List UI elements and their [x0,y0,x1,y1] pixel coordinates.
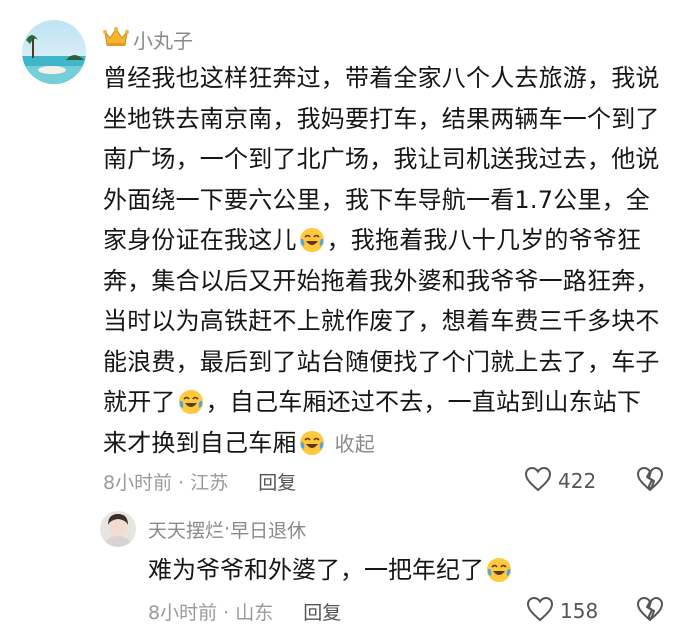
text-line: 就开了 ，自己车厢还过不去，一直站到山东站下 [103,382,675,423]
reply-button[interactable]: 回复 [258,468,296,495]
reply-meta: 8小时前 · 山东 回复 [148,594,341,628]
heart-icon [526,596,554,626]
timestamp-location: 8小时前 · 江苏 [103,471,229,494]
timestamp-location: 8小时前 · 山东 [148,601,274,624]
collapse-button[interactable]: 收起 [335,432,375,456]
text-line: 曾经我也这样狂奔过，带着全家八个人去旅游，我说 [103,64,660,92]
like-button[interactable]: 158 [526,596,598,626]
text-segment: 家身份证在我这儿 [103,226,297,254]
reply-author-line: 天天摆烂 · 早日退休 [148,516,306,542]
crown-icon [103,26,129,52]
reply-author-name[interactable]: 天天摆烂 [148,516,224,543]
heart-icon [524,466,552,496]
avatar[interactable] [22,20,86,84]
text-line: 能浪费，最后到了站台随便找了个门就上去了，车子 [103,347,660,376]
text-segment: 就开了 [103,388,176,416]
author-tag: 早日退休 [230,519,307,542]
text-segment: ，自己车厢还过不去，一直站到山东站下 [205,388,642,416]
crying-laughing-emoji-icon [178,387,204,414]
crying-laughing-emoji-icon [299,225,325,252]
text-line: 坐地铁去南京南，我妈要打车，结果两辆车一个到了 [103,104,660,133]
reply-avatar[interactable] [100,511,136,547]
like-count: 158 [560,599,599,623]
like-button[interactable]: 422 [524,466,596,496]
comment-meta: 8小时前 · 江苏 回复 [103,464,296,498]
comment-main: 小丸子 曾经我也这样狂奔过，带着全家八个人去旅游，我说 坐地铁去南京南，我妈要打… [0,0,690,500]
reply-button[interactable]: 回复 [303,598,341,625]
text-segment: ，我拖着我八十几岁的爷爷狂 [326,226,642,254]
text-line: 南广场，一个到了北广场，我让司机送我过去，他说 [103,145,660,173]
text-line: 家身份证在我这儿 ，我拖着我八十几岁的爷爷狂 [103,220,675,261]
crying-laughing-emoji-icon [486,555,512,582]
broken-heart-icon[interactable] [636,596,664,626]
text-line: 外面绕一下要六公里，我下车导航一看1.7公里，全 [103,185,650,214]
text-line: 奔，集合以后又开始拖着我外婆和我爷爷一路狂奔， [103,266,660,295]
text-segment: 来才换到自己车厢 [103,428,297,457]
author-name[interactable]: 小丸子 [133,25,193,54]
text-segment: 难为爷爷和外婆了，一把年纪了 [148,556,484,584]
text-line: 来才换到自己车厢 收起 [103,423,675,465]
comment-text: 曾经我也这样狂奔过，带着全家八个人去旅游，我说 坐地铁去南京南，我妈要打车，结果… [103,58,675,464]
reply-text: 难为爷爷和外婆了，一把年纪了 [148,550,668,590]
broken-heart-icon[interactable] [636,466,664,496]
text-line: 当时以为高铁赶不上就作废了，想着车费三千多块不 [103,307,660,335]
author-line: 小丸子 [103,25,193,54]
crying-laughing-emoji-icon [299,428,325,455]
like-count: 422 [558,469,597,493]
